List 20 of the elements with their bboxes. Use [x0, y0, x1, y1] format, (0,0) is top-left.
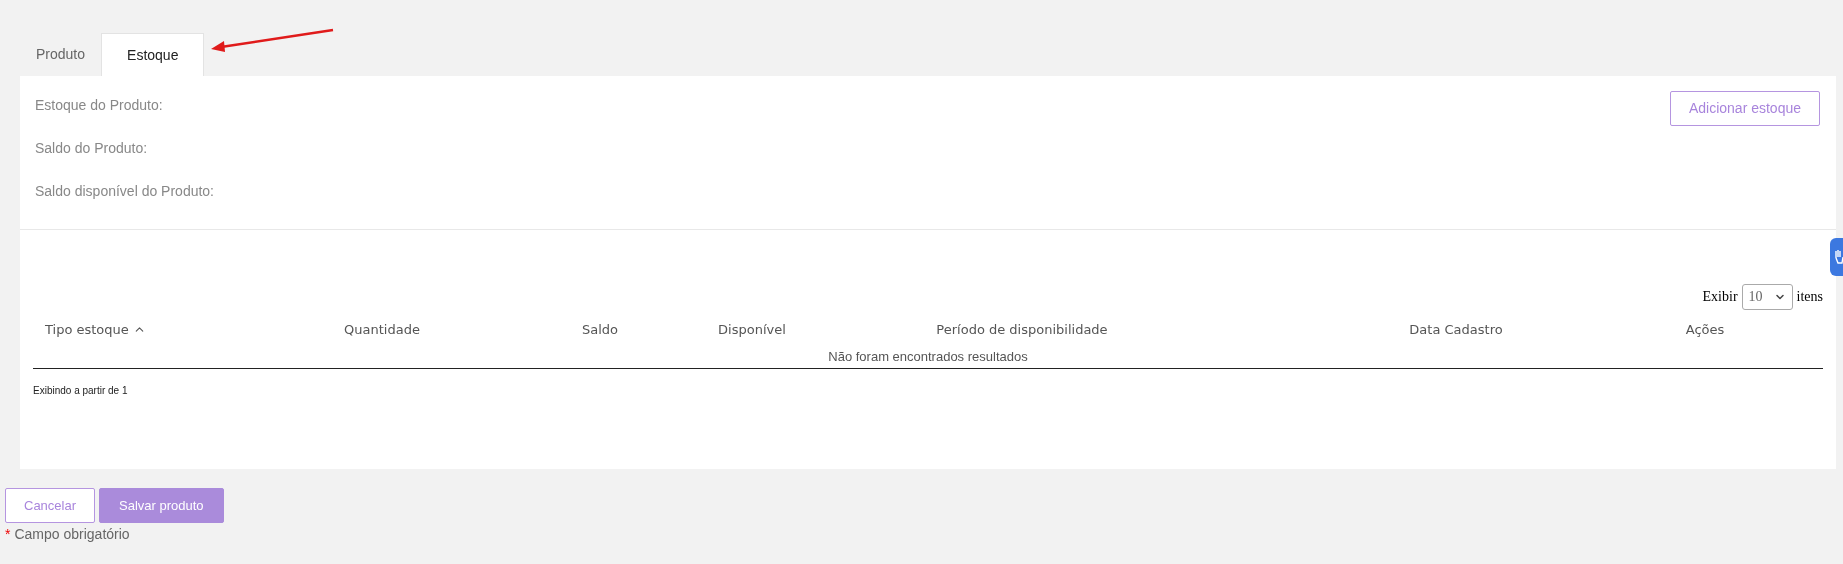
tab[interactable]: Produto	[20, 33, 102, 76]
page-size-select[interactable]: 10	[1741, 283, 1793, 310]
column-header[interactable]: Quantidade	[344, 319, 420, 340]
stock-label: Saldo disponível do Produto:	[35, 182, 214, 201]
required-marker: *	[5, 525, 11, 544]
column-header[interactable]: Disponível	[718, 319, 786, 340]
column-header[interactable]: Período de disponibilidade	[936, 319, 1108, 340]
pagination-info: Exibindo a partir de 1	[33, 385, 128, 396]
tab[interactable]: Estoque	[101, 33, 205, 76]
column-header[interactable]: Data Cadastro	[1409, 319, 1503, 340]
column-header[interactable]: Ações	[1685, 319, 1725, 340]
required-note: Campo obrigatório	[14, 525, 130, 544]
page-size-suffix: itens	[1796, 288, 1823, 306]
stock-label: Estoque do Produto:	[35, 96, 164, 115]
empty-message: Não foram encontrados resultados	[828, 348, 1028, 366]
hand-icon	[1834, 250, 1843, 264]
column-header[interactable]: Saldo	[581, 319, 618, 340]
page-size-prefix: Exibir	[1702, 288, 1738, 306]
column-header[interactable]: Tipo estoque	[45, 319, 146, 340]
stock-label: Saldo do Produto:	[35, 139, 149, 158]
